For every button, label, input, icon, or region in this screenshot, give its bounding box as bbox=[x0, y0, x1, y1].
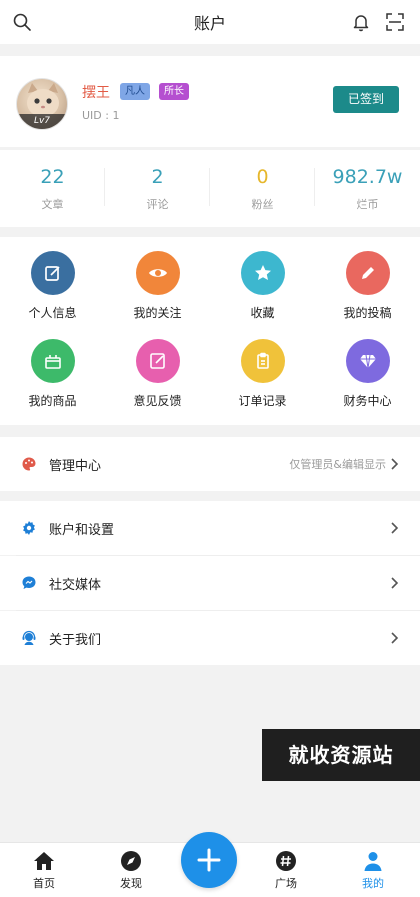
plus-icon bbox=[197, 848, 221, 872]
grid-item-favorites[interactable]: 收藏 bbox=[210, 237, 315, 325]
grid-item-feedback[interactable]: 意见反馈 bbox=[105, 325, 210, 425]
feedback-icon bbox=[135, 339, 180, 383]
rank-badge: 凡人 bbox=[120, 83, 150, 100]
grid-label: 我的商品 bbox=[28, 394, 77, 408]
chevron-right-icon bbox=[391, 522, 399, 534]
eye-icon bbox=[135, 251, 180, 295]
scan-icon[interactable] bbox=[383, 10, 407, 34]
tab-label: 我的 bbox=[362, 877, 384, 890]
grid-item-following[interactable]: 我的关注 bbox=[105, 237, 210, 325]
user-id: UID : 1 bbox=[82, 109, 120, 122]
grid-item-orders[interactable]: 订单记录 bbox=[210, 325, 315, 425]
social-media-row[interactable]: 社交媒体 bbox=[0, 556, 420, 610]
stat-coins[interactable]: 982.7w 烂币 bbox=[315, 150, 420, 227]
tab-mine[interactable]: 我的 bbox=[343, 843, 403, 897]
about-us-row[interactable]: 关于我们 bbox=[0, 611, 420, 665]
diamond-icon bbox=[345, 339, 390, 383]
grid-label: 我的投稿 bbox=[343, 306, 392, 320]
gear-icon bbox=[21, 520, 37, 536]
grid-item-my-products[interactable]: 我的商品 bbox=[0, 325, 105, 425]
hashtag-icon bbox=[276, 851, 296, 871]
stat-value: 0 bbox=[256, 166, 269, 188]
level-badge: Lv7 bbox=[17, 114, 67, 129]
watermark-banner: 就收资源站 bbox=[262, 729, 420, 781]
grid-item-profile-info[interactable]: 个人信息 bbox=[0, 237, 105, 325]
stats-bar: 22 文章 2 评论 0 粉丝 982.7w 烂币 bbox=[0, 150, 420, 227]
grid-label: 财务中心 bbox=[343, 394, 392, 408]
avatar[interactable]: Lv7 bbox=[16, 78, 68, 130]
row-note: 仅管理员&编辑显示 bbox=[289, 458, 386, 471]
admin-center-row[interactable]: 管理中心 仅管理员&编辑显示 bbox=[0, 437, 420, 491]
edit-square-icon bbox=[30, 251, 75, 295]
title-badge: 所长 bbox=[159, 83, 189, 100]
account-settings-row[interactable]: 账户和设置 bbox=[0, 501, 420, 555]
chevron-right-icon bbox=[391, 632, 399, 644]
stat-articles[interactable]: 22 文章 bbox=[0, 150, 105, 227]
username: 摆王 bbox=[82, 85, 110, 101]
row-label: 社交媒体 bbox=[49, 577, 102, 593]
grid-item-finance[interactable]: 财务中心 bbox=[315, 325, 420, 425]
tab-home[interactable]: 首页 bbox=[14, 843, 74, 897]
stat-value: 22 bbox=[40, 166, 65, 188]
grid-label: 收藏 bbox=[250, 306, 275, 320]
search-icon[interactable] bbox=[10, 10, 34, 34]
chevron-right-icon bbox=[391, 577, 399, 589]
page-title: 账户 bbox=[193, 14, 226, 33]
support-icon bbox=[21, 630, 37, 646]
stat-comments[interactable]: 2 评论 bbox=[105, 150, 210, 227]
grid-label: 个人信息 bbox=[28, 306, 77, 320]
tab-label: 首页 bbox=[33, 877, 55, 890]
row-label: 账户和设置 bbox=[49, 522, 115, 538]
compass-icon bbox=[121, 851, 141, 871]
bell-icon[interactable] bbox=[349, 10, 373, 34]
stat-value: 982.7w bbox=[332, 166, 403, 188]
chevron-right-icon bbox=[391, 458, 399, 470]
function-grid: 个人信息 我的关注 收藏 我的投稿 我的商品 意见反馈 订单记录 财务中心 bbox=[0, 237, 420, 425]
top-bar: 账户 bbox=[0, 0, 420, 44]
stat-followers[interactable]: 0 粉丝 bbox=[210, 150, 315, 227]
tab-label: 广场 bbox=[275, 877, 297, 890]
clipboard-icon bbox=[240, 339, 285, 383]
tab-discover[interactable]: 发现 bbox=[101, 843, 161, 897]
stat-value: 2 bbox=[151, 166, 164, 188]
stat-label: 评论 bbox=[146, 198, 169, 211]
stat-label: 粉丝 bbox=[251, 198, 274, 211]
tab-label: 发现 bbox=[120, 877, 142, 890]
star-icon bbox=[240, 251, 285, 295]
profile-card: Lv7 摆王 凡人 所长 UID : 1 已签到 bbox=[0, 56, 420, 147]
grid-item-my-posts[interactable]: 我的投稿 bbox=[315, 237, 420, 325]
chat-icon bbox=[21, 575, 37, 591]
tab-square[interactable]: 广场 bbox=[256, 843, 316, 897]
grid-label: 订单记录 bbox=[238, 394, 287, 408]
gift-icon bbox=[30, 339, 75, 383]
pencil-icon bbox=[345, 251, 390, 295]
row-label: 管理中心 bbox=[49, 458, 102, 474]
palette-icon bbox=[21, 456, 37, 472]
home-icon bbox=[34, 852, 54, 870]
add-post-button[interactable] bbox=[181, 832, 237, 888]
checkin-button[interactable]: 已签到 bbox=[333, 86, 399, 113]
grid-label: 我的关注 bbox=[133, 306, 182, 320]
row-label: 关于我们 bbox=[49, 632, 102, 648]
grid-label: 意见反馈 bbox=[133, 394, 182, 408]
stat-label: 文章 bbox=[41, 198, 64, 211]
user-icon bbox=[364, 852, 382, 871]
stat-label: 烂币 bbox=[356, 198, 379, 211]
